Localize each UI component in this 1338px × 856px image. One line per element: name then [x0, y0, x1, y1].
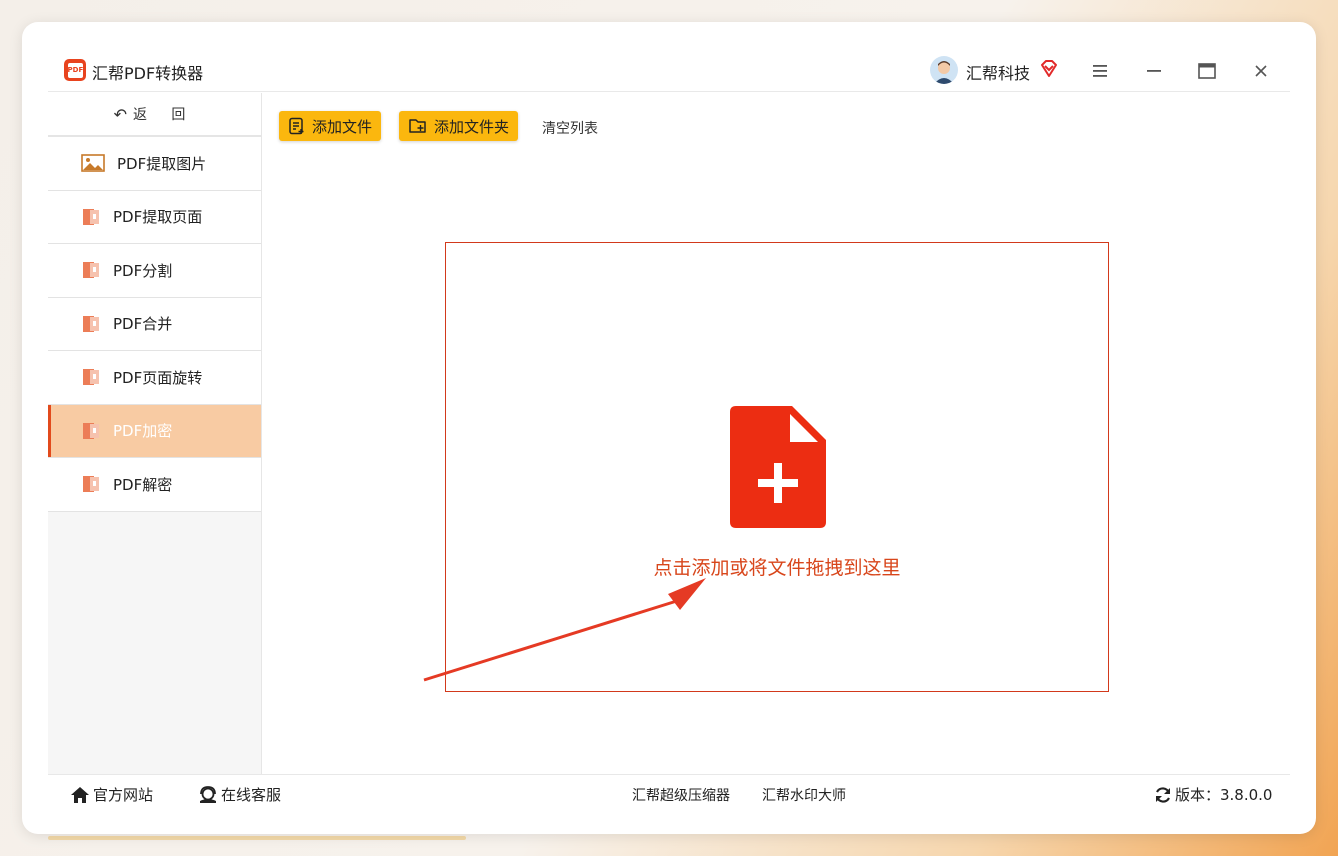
image-icon — [81, 154, 105, 173]
sidebar: ↶ 返 回 PDF提取图片 PDF提取页面 PDF分割 PDF合并 PDF页面旋… — [48, 93, 262, 774]
pdf-file-icon — [83, 315, 99, 332]
add-folder-icon — [409, 119, 426, 133]
clear-list-button[interactable]: 清空列表 — [542, 118, 598, 138]
sidebar-item-rotate[interactable]: PDF页面旋转 — [48, 351, 261, 405]
add-document-icon[interactable] — [730, 406, 826, 528]
background-stripe — [48, 836, 466, 840]
home-icon — [71, 786, 89, 803]
sidebar-item-label: PDF解密 — [113, 475, 173, 494]
menu-icon[interactable] — [1085, 56, 1115, 86]
online-service-label: 在线客服 — [221, 786, 282, 804]
title-bar: PDF 汇帮PDF转换器 汇帮科技 — [48, 48, 1290, 92]
pdf-file-icon — [83, 476, 99, 493]
compressor-link[interactable]: 汇帮超级压缩器 — [632, 785, 730, 805]
pdf-file-icon — [83, 422, 99, 439]
sidebar-item-label: PDF页面旋转 — [113, 368, 203, 387]
user-avatar[interactable] — [930, 56, 958, 84]
pdf-file-icon — [83, 208, 99, 225]
version-label: 版本：3.8.0.0 — [1175, 786, 1273, 804]
back-button[interactable]: ↶ 返 回 — [48, 93, 261, 137]
watermark-link[interactable]: 汇帮水印大师 — [762, 785, 846, 805]
pdf-file-icon — [83, 369, 99, 386]
online-service-link[interactable]: 在线客服 — [198, 784, 281, 805]
sidebar-item-label: PDF提取页面 — [113, 208, 203, 227]
official-site-label: 官方网站 — [93, 786, 154, 804]
sidebar-item-decrypt[interactable]: PDF解密 — [48, 458, 261, 512]
user-name[interactable]: 汇帮科技 — [966, 60, 1030, 84]
version-info[interactable]: 版本：3.8.0.0 — [1154, 784, 1272, 805]
add-file-button[interactable]: 添加文件 — [279, 111, 382, 141]
sidebar-item-label: PDF加密 — [113, 422, 173, 441]
sidebar-item-extract-pages[interactable]: PDF提取页面 — [48, 190, 261, 244]
annotation-arrow — [423, 578, 706, 682]
footer: 官方网站 在线客服 汇帮超级压缩器 汇帮水印大师 版本：3.8.0.0 — [48, 774, 1290, 810]
sidebar-item-merge[interactable]: PDF合并 — [48, 297, 261, 351]
sidebar-item-split[interactable]: PDF分割 — [48, 244, 261, 298]
maximize-icon[interactable] — [1192, 56, 1222, 86]
pdf-file-icon — [83, 262, 99, 279]
back-label: 返 回 — [132, 107, 196, 123]
minimize-icon[interactable] — [1139, 56, 1169, 86]
app-title: 汇帮PDF转换器 — [92, 64, 204, 83]
app-logo-icon: PDF — [64, 59, 86, 81]
add-folder-button[interactable]: 添加文件夹 — [399, 111, 519, 141]
add-file-label: 添加文件 — [312, 117, 373, 136]
add-file-icon — [289, 117, 304, 135]
back-arrow-icon: ↶ — [113, 104, 127, 124]
sidebar-item-extract-images[interactable]: PDF提取图片 — [48, 137, 261, 191]
sidebar-item-label: PDF分割 — [113, 261, 173, 280]
sidebar-item-label: PDF提取图片 — [117, 154, 207, 173]
add-folder-label: 添加文件夹 — [434, 117, 510, 136]
customer-service-icon — [200, 785, 216, 803]
app-window: PDF 汇帮PDF转换器 汇帮科技 ↶ 返 回 PDF提取图片 PDF提取页面 … — [22, 22, 1316, 834]
close-icon[interactable] — [1246, 56, 1276, 86]
vip-diamond-icon[interactable] — [1038, 58, 1060, 80]
app-content: PDF 汇帮PDF转换器 汇帮科技 ↶ 返 回 PDF提取图片 PDF提取页面 … — [48, 48, 1290, 810]
sidebar-item-label: PDF合并 — [113, 315, 173, 334]
official-site-link[interactable]: 官方网站 — [70, 784, 153, 805]
sidebar-item-encrypt[interactable]: PDF加密 — [48, 404, 261, 458]
refresh-icon — [1155, 786, 1171, 803]
